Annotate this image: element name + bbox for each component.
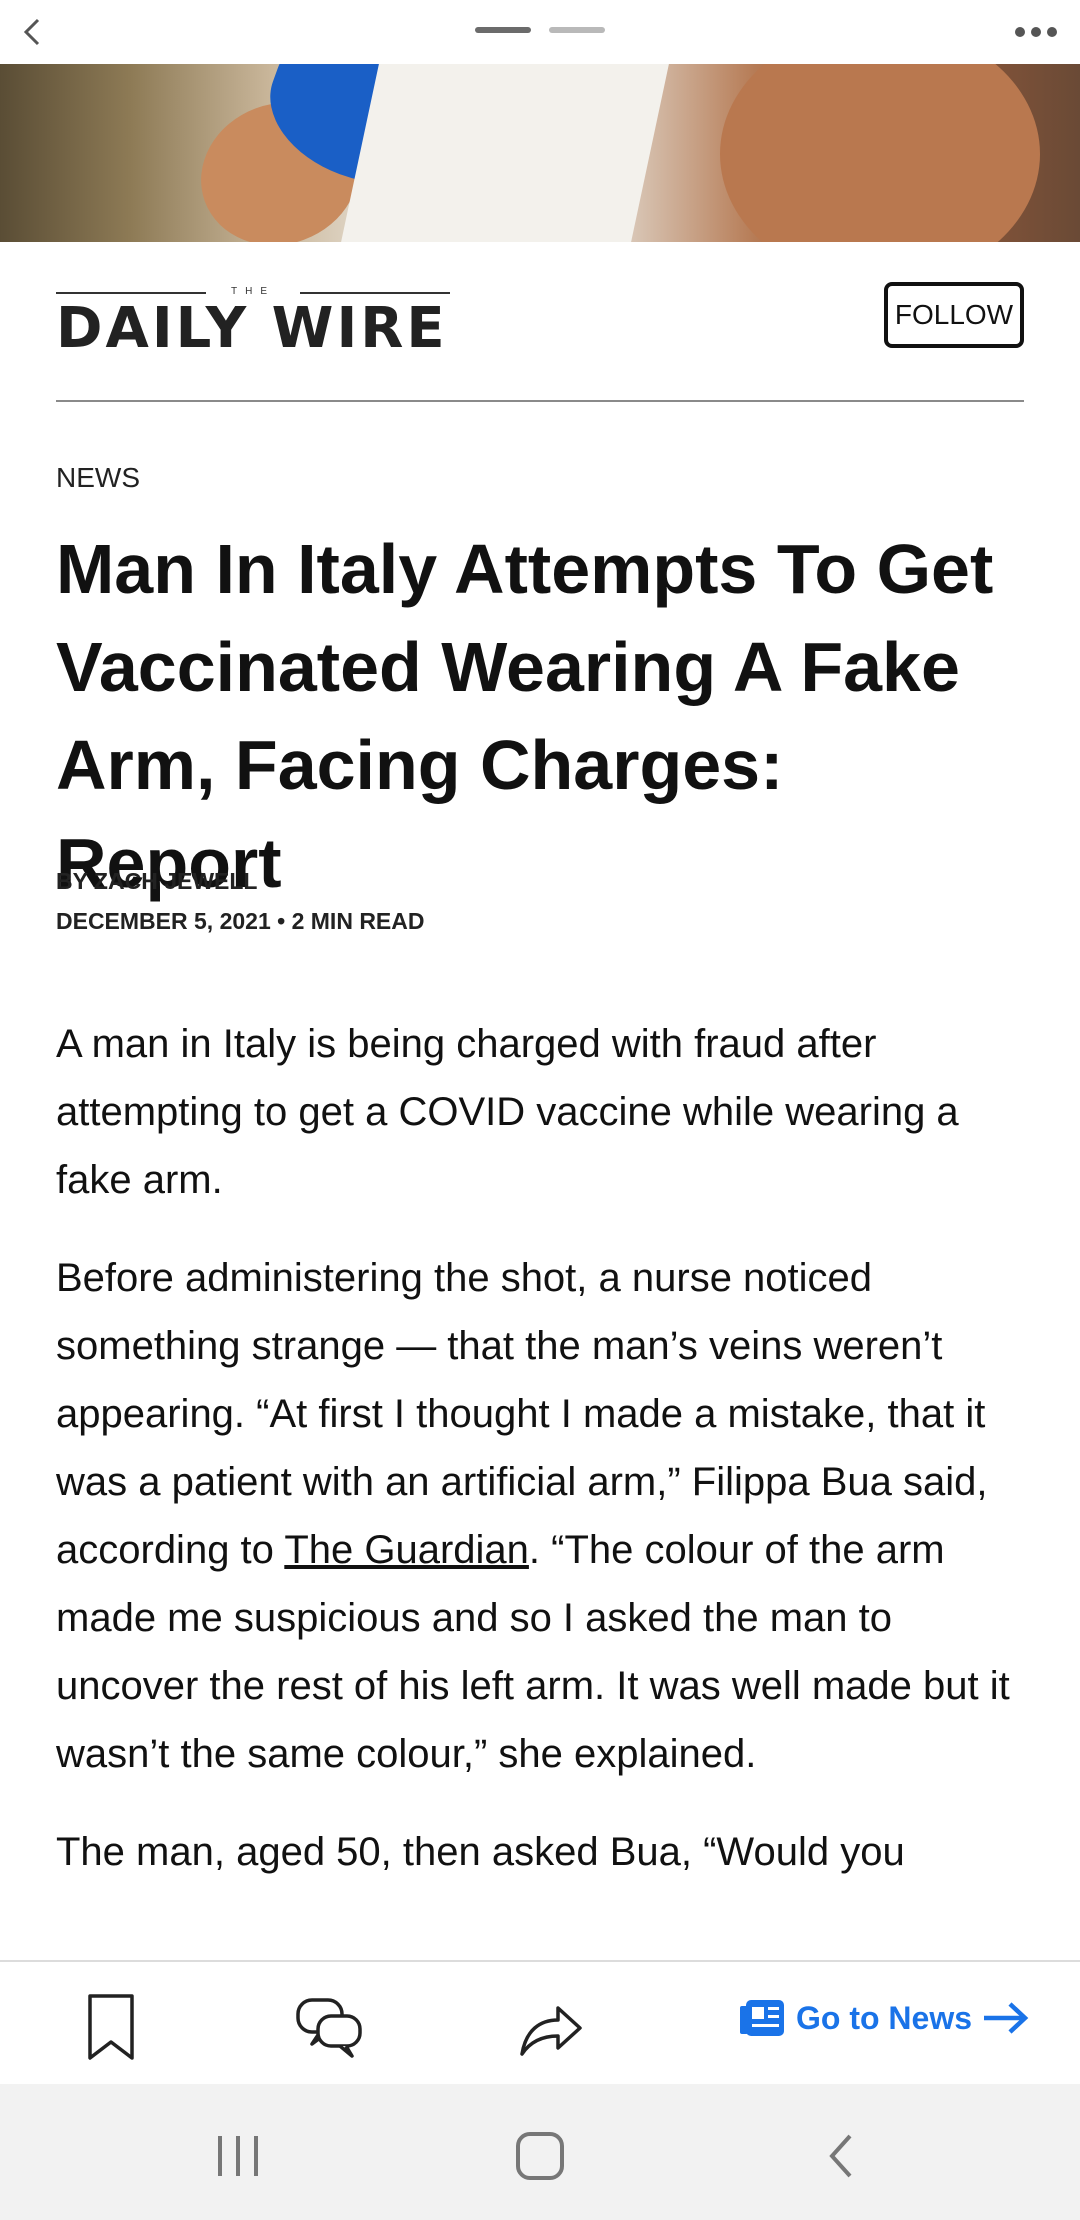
source-link[interactable]: The Guardian (284, 1528, 529, 1572)
comments-icon[interactable] (294, 1992, 364, 2062)
article-paragraph: A man in Italy is being charged with fra… (56, 1022, 959, 1202)
go-to-news-label: Go to News (795, 1999, 972, 2036)
article-byline: BY ZACH JEWELL (56, 868, 258, 894)
home-icon[interactable] (510, 2128, 570, 2184)
arrow-right-icon (984, 2002, 1029, 2034)
page-indicator-dot-active (475, 27, 531, 33)
follow-button[interactable]: FOLLOW (884, 282, 1024, 348)
system-back-icon[interactable] (812, 2128, 872, 2184)
page-indicator-dot (549, 27, 605, 33)
back-chevron-icon[interactable] (14, 12, 54, 52)
publisher-logo[interactable]: THE DAILY WIRE (56, 286, 456, 361)
article-paragraph: The man, aged 50, then asked Bua, “Would… (56, 1830, 905, 1874)
page-indicator (475, 27, 605, 33)
system-navigation-bar (0, 2084, 1080, 2220)
recent-apps-icon[interactable] (208, 2128, 268, 2184)
bookmark-icon[interactable] (76, 1992, 146, 2062)
publisher-header: THE DAILY WIRE FOLLOW (56, 280, 1024, 402)
news-feed-icon (739, 2000, 784, 2036)
section-label[interactable]: NEWS (56, 462, 140, 494)
more-options-icon[interactable] (1012, 22, 1060, 42)
share-icon[interactable] (516, 1992, 586, 2062)
article-paragraph: Before administering the shot, a nurse n… (56, 1256, 1010, 1776)
article-action-bar: Go to News (0, 1960, 1080, 2086)
article-body: A man in Italy is being charged with fra… (56, 1010, 1036, 1916)
article-headline: Man In Italy Attempts To Get Vaccinated … (56, 530, 994, 902)
article-dateline: DECEMBER 5, 2021 • 2 MIN READ (56, 908, 425, 934)
article-hero-image (0, 64, 1080, 242)
top-bar (0, 0, 1080, 64)
logo-wordmark: DAILY WIRE (56, 296, 448, 361)
go-to-news-button[interactable]: Go to News (739, 1998, 1030, 2038)
